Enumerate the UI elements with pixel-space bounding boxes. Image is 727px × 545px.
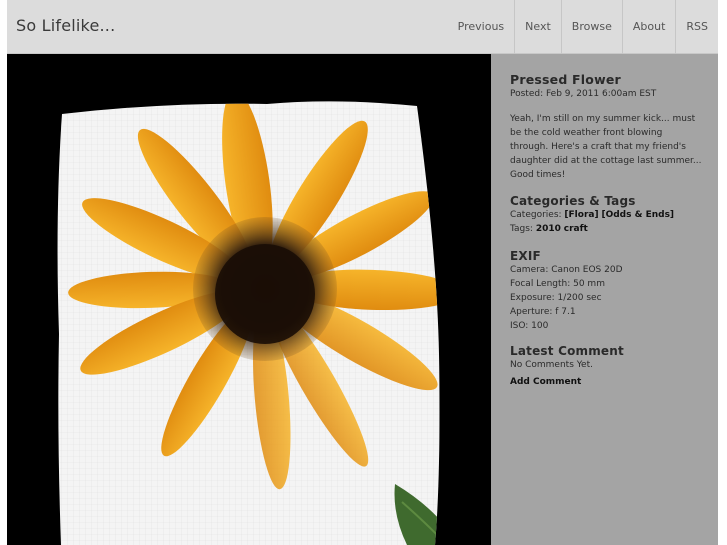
- exif-aperture: Aperture: f 7.1: [510, 307, 576, 317]
- exif-camera: Camera: Canon EOS 20D: [510, 265, 623, 275]
- exif-exposure: Exposure: 1/200 sec: [510, 293, 602, 303]
- category-odds-ends-link[interactable]: [Odds & Ends]: [601, 210, 674, 220]
- no-comments-text: No Comments Yet.: [510, 360, 593, 370]
- post-header: Pressed Flower Posted: Feb 9, 2011 6:00a…: [510, 72, 710, 101]
- category-flora-link[interactable]: [Flora]: [564, 210, 598, 220]
- tags-label: Tags:: [510, 224, 533, 234]
- tag-2010-link[interactable]: 2010: [536, 224, 561, 234]
- post-date: Posted: Feb 9, 2011 6:00am EST: [510, 89, 657, 99]
- categories-tags-section: Categories & Tags Categories: [Flora] [O…: [510, 194, 710, 236]
- pressed-flower-photo[interactable]: [7, 54, 491, 545]
- page-frame: So Lifelike... Previous Next Browse Abou…: [7, 0, 718, 545]
- site-title-link[interactable]: So Lifelike...: [16, 16, 115, 35]
- add-comment-link[interactable]: Add Comment: [510, 377, 581, 387]
- site-header: So Lifelike... Previous Next Browse Abou…: [7, 0, 718, 54]
- categories-label: Categories:: [510, 210, 562, 220]
- categories-tags-heading: Categories & Tags: [510, 194, 636, 208]
- comments-section: Latest Comment No Comments Yet. Add Comm…: [510, 344, 710, 389]
- nav-next[interactable]: Next: [514, 0, 561, 54]
- nav-browse[interactable]: Browse: [560, 0, 622, 54]
- nav-rss[interactable]: RSS: [675, 0, 718, 54]
- exif-iso: ISO: 100: [510, 321, 549, 331]
- exif-section: EXIF Camera: Canon EOS 20D Focal Length:…: [510, 249, 710, 333]
- nav-about[interactable]: About: [621, 0, 676, 54]
- photo-area: [7, 54, 491, 545]
- tag-craft-link[interactable]: craft: [564, 224, 588, 234]
- post-title: Pressed Flower: [510, 72, 621, 87]
- post-body: Yeah, I'm still on my summer kick... mus…: [510, 114, 702, 180]
- exif-heading: EXIF: [510, 249, 541, 263]
- latest-comment-heading: Latest Comment: [510, 344, 624, 358]
- main-nav: Previous Next Browse About RSS: [448, 0, 718, 54]
- nav-previous[interactable]: Previous: [448, 0, 515, 54]
- post-sidebar: Pressed Flower Posted: Feb 9, 2011 6:00a…: [491, 54, 718, 545]
- exif-focal-length: Focal Length: 50 mm: [510, 279, 605, 289]
